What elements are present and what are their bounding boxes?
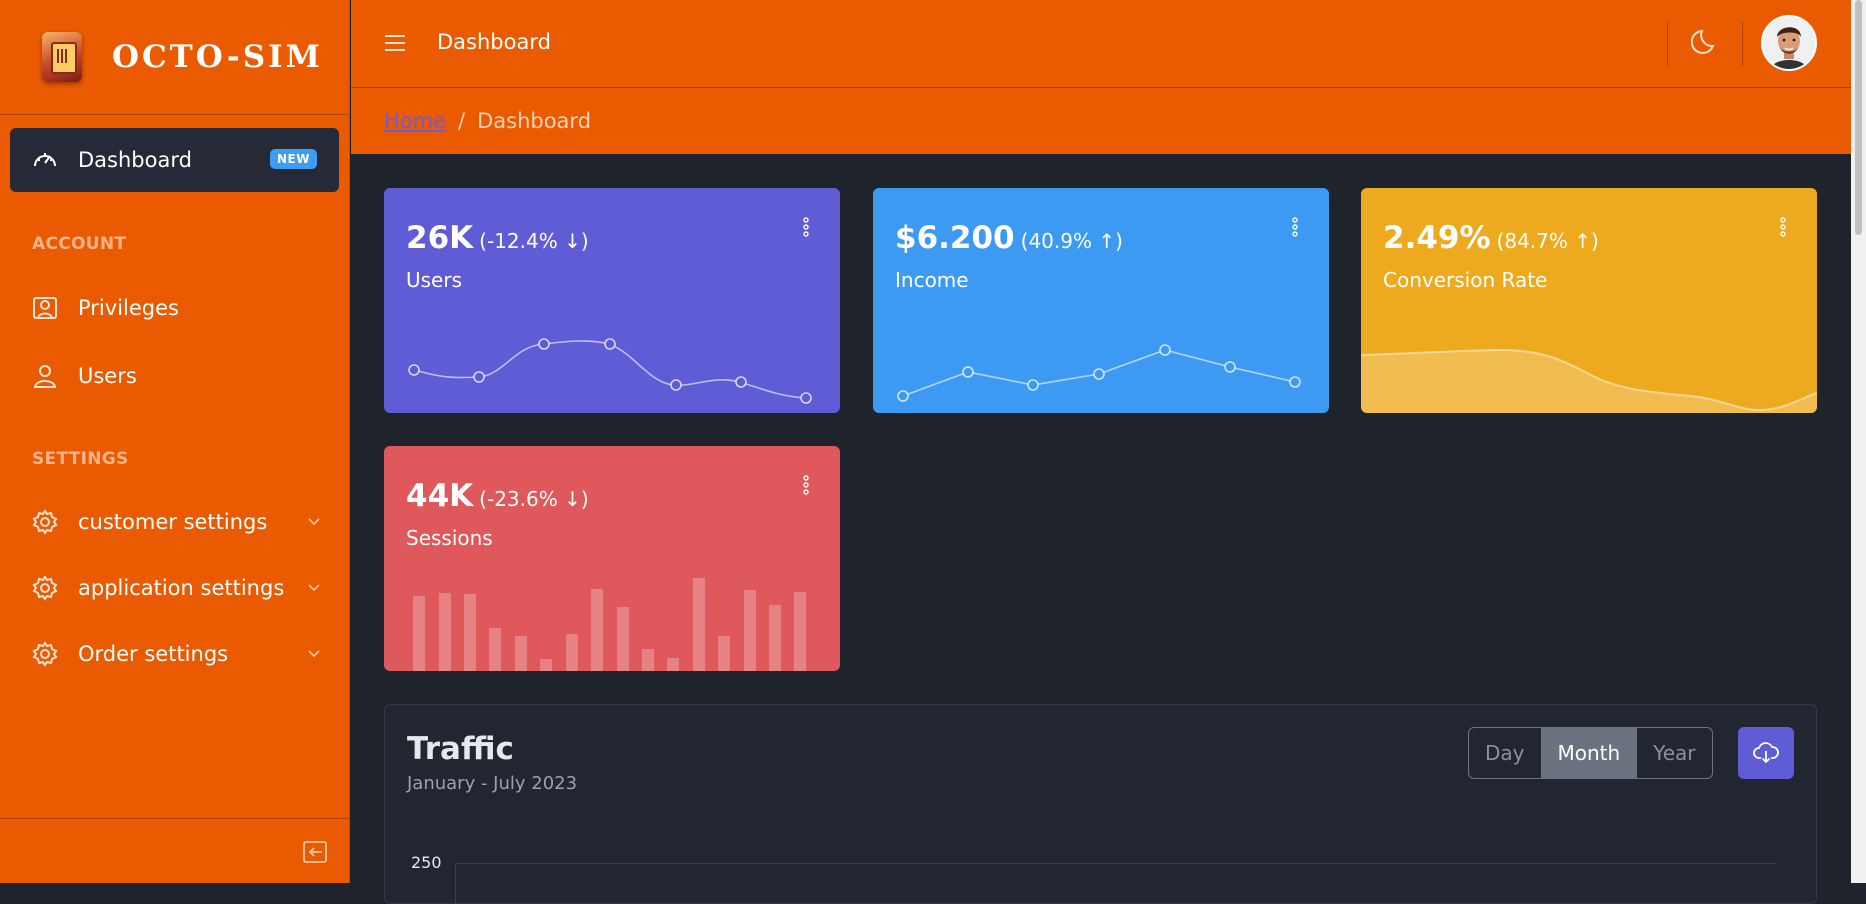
moon-icon[interactable] (1691, 26, 1721, 56)
traffic-subtitle: January - July 2023 (407, 773, 578, 794)
sidebar-item-order-settings[interactable]: Order settings (32, 634, 322, 674)
user-icon (33, 365, 57, 388)
brand-logo (42, 32, 82, 82)
period-year-button[interactable]: Year (1636, 728, 1711, 778)
chart-y-axis (455, 863, 456, 903)
stat-caption: Income (895, 268, 969, 292)
sidebar-item-customer-settings[interactable]: customer settings (32, 502, 322, 542)
brand-name: OCTO-SIM (112, 39, 323, 75)
stat-value: $6.200 (40.9% ↑) (895, 220, 1123, 256)
sidebar-item-label: Privileges (78, 296, 179, 320)
sidebar-footer (0, 818, 350, 883)
stat-number: $6.200 (895, 220, 1015, 256)
stat-caption: Sessions (406, 526, 493, 550)
conversion-area-chart (1361, 348, 1817, 413)
sidebar-item-label: customer settings (78, 510, 268, 534)
more-options-icon[interactable] (1291, 216, 1299, 238)
sidebar-item-label: Users (78, 364, 137, 388)
traffic-panel: Traffic January - July 2023 Day Month Ye… (384, 704, 1817, 904)
sidebar-item-label: application settings (78, 576, 285, 600)
traffic-title: Traffic (407, 731, 514, 767)
breadcrumb-home-link[interactable]: Home (384, 109, 446, 133)
hamburger-menu-icon[interactable] (383, 30, 407, 56)
chevron-down-icon (308, 518, 320, 526)
income-sparkline (897, 344, 1301, 402)
stat-value: 2.49% (84.7% ↑) (1383, 220, 1599, 256)
avatar[interactable] (1761, 15, 1817, 71)
breadcrumb-separator: / (458, 109, 466, 133)
stat-delta: (40.9% ↑) (1020, 229, 1123, 253)
gear-icon (32, 575, 58, 601)
more-options-icon[interactable] (802, 216, 810, 238)
stat-caption: Users (406, 268, 463, 292)
stat-delta: (84.7% ↑) (1496, 229, 1599, 253)
sidebar-item-label: Order settings (78, 642, 229, 666)
breadcrumb: Home / Dashboard (351, 88, 1851, 154)
chart-gridline (455, 863, 1775, 864)
collapse-sidebar-icon[interactable] (302, 839, 328, 865)
chevron-down-icon (308, 650, 320, 658)
header-title[interactable]: Dashboard (437, 30, 551, 54)
stat-number: 2.49% (1383, 220, 1491, 256)
id-badge-icon (33, 297, 57, 319)
stat-number: 26K (406, 220, 474, 256)
speedometer-icon (34, 153, 56, 167)
stat-number: 44K (406, 478, 474, 514)
stat-delta: (-12.4% ↓) (479, 229, 589, 253)
page-scrollbar[interactable] (1851, 0, 1866, 883)
stat-value: 26K (-12.4% ↓) (406, 220, 589, 256)
sidebar-item-dashboard[interactable]: Dashboard NEW (10, 128, 339, 192)
y-axis-tick: 250 (411, 853, 442, 872)
users-stat-card: 26K (-12.4% ↓) Users (384, 188, 840, 413)
gear-icon (32, 509, 58, 535)
users-sparkline (408, 338, 812, 404)
section-title-account: ACCOUNT (32, 234, 127, 254)
top-header: Dashboard (351, 0, 1851, 88)
more-options-icon[interactable] (802, 474, 810, 496)
more-options-icon[interactable] (1779, 216, 1787, 238)
stat-value: 44K (-23.6% ↓) (406, 478, 589, 514)
period-day-button[interactable]: Day (1469, 728, 1541, 778)
sidebar: OCTO-SIM Dashboard NEW ACCOUNT Privilege… (0, 0, 350, 883)
conversion-rate-stat-card: 2.49% (84.7% ↑) Conversion Rate (1361, 188, 1817, 413)
sessions-stat-card: 44K (-23.6% ↓) Sessions (384, 446, 840, 671)
period-month-button[interactable]: Month (1540, 728, 1637, 778)
scrollbar-thumb[interactable] (1855, 0, 1862, 235)
section-title-settings: SETTINGS (32, 449, 129, 469)
header-divider (1742, 22, 1743, 66)
sidebar-item-label: Dashboard (78, 148, 192, 172)
sessions-bar-chart (413, 578, 806, 671)
new-badge: NEW (270, 149, 317, 169)
income-stat-card: $6.200 (40.9% ↑) Income (873, 188, 1329, 413)
download-button[interactable] (1738, 727, 1794, 779)
period-toggle: Day Month Year (1468, 727, 1713, 779)
stat-caption: Conversion Rate (1383, 268, 1548, 292)
header-divider (1667, 22, 1668, 66)
sidebar-item-application-settings[interactable]: application settings (32, 568, 322, 608)
cloud-download-icon (1753, 742, 1779, 764)
chevron-down-icon (308, 584, 320, 592)
breadcrumb-current: Dashboard (477, 109, 592, 133)
stat-delta: (-23.6% ↓) (479, 487, 589, 511)
sidebar-item-privileges[interactable]: Privileges (32, 288, 322, 328)
sidebar-item-users[interactable]: Users (32, 356, 322, 396)
brand[interactable]: OCTO-SIM (0, 0, 349, 115)
gear-icon (32, 641, 58, 667)
